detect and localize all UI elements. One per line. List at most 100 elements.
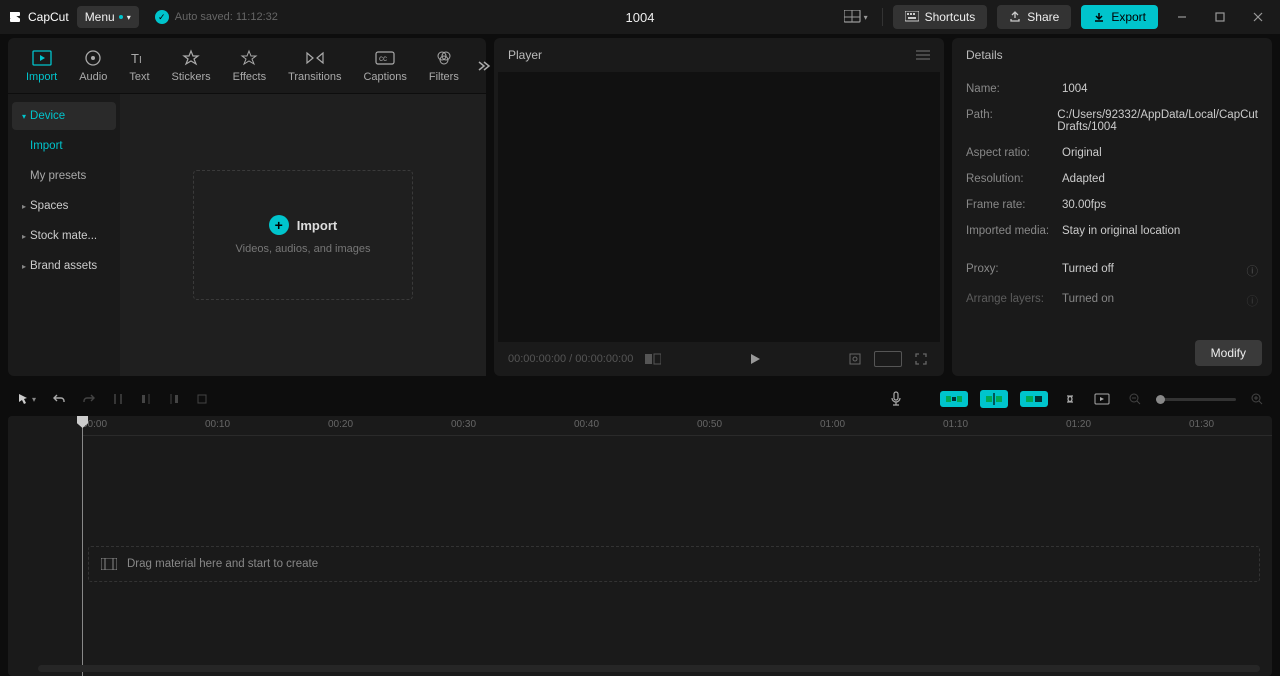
export-icon bbox=[1093, 11, 1105, 23]
help-icon[interactable]: ⓘ bbox=[1247, 263, 1259, 279]
export-button[interactable]: Export bbox=[1081, 5, 1158, 29]
magnet-clip-button[interactable] bbox=[1020, 391, 1048, 407]
plus-icon: + bbox=[269, 215, 289, 235]
detail-row-layers: Arrange layers:Turned onⓘ bbox=[966, 286, 1258, 316]
timeline[interactable]: 00:00 00:10 00:20 00:30 00:40 00:50 01:0… bbox=[8, 416, 1272, 676]
tab-text[interactable]: TI Text bbox=[119, 44, 159, 87]
player-controls: 00:00:00:00 / 00:00:00:00 bbox=[494, 342, 944, 376]
detail-row-fps: Frame rate:30.00fps bbox=[966, 192, 1258, 218]
scale-icon[interactable] bbox=[846, 350, 864, 368]
tab-effects[interactable]: Effects bbox=[223, 44, 276, 87]
tab-transitions[interactable]: Transitions bbox=[278, 44, 351, 87]
undo-button[interactable] bbox=[50, 390, 68, 408]
titlebar-right: ▾ Shortcuts Share Export bbox=[840, 3, 1272, 31]
player-title: Player bbox=[508, 48, 542, 62]
detail-row-proxy: Proxy:Turned offⓘ bbox=[966, 256, 1258, 286]
compare-icon[interactable] bbox=[643, 351, 663, 367]
player-viewport[interactable] bbox=[498, 72, 940, 342]
caret-right-icon: ▸ bbox=[22, 202, 26, 211]
drop-hint-text: Drag material here and start to create bbox=[127, 558, 318, 570]
magnet-main-button[interactable] bbox=[940, 391, 968, 407]
close-button[interactable] bbox=[1244, 3, 1272, 31]
trim-left-tool[interactable] bbox=[138, 390, 154, 408]
media-body: ▾Device Import My presets ▸Spaces ▸Stock… bbox=[8, 94, 486, 376]
fullscreen-icon[interactable] bbox=[912, 350, 930, 368]
detail-row-name: Name:1004 bbox=[966, 76, 1258, 102]
tab-audio[interactable]: Audio bbox=[69, 44, 117, 87]
timeline-ruler[interactable]: 00:00 00:10 00:20 00:30 00:40 00:50 01:0… bbox=[82, 416, 1272, 436]
redo-button[interactable] bbox=[80, 390, 98, 408]
app-name: CapCut bbox=[28, 10, 69, 24]
tab-filters[interactable]: Filters bbox=[419, 44, 469, 87]
dot-icon bbox=[119, 15, 123, 19]
tab-stickers[interactable]: Stickers bbox=[162, 44, 221, 87]
details-panel: Details Name:1004 Path:C:/Users/92332/Ap… bbox=[952, 38, 1272, 376]
time-display: 00:00:00:00 / 00:00:00:00 bbox=[508, 353, 633, 365]
details-header: Details bbox=[952, 38, 1272, 72]
audio-icon bbox=[83, 48, 103, 68]
sidebar-item-device[interactable]: ▾Device bbox=[12, 102, 116, 130]
detail-row-resolution: Resolution:Adapted bbox=[966, 166, 1258, 192]
player-panel: Player 00:00:00:00 / 00:00:00:00 bbox=[494, 38, 944, 376]
title-bar: CapCut Menu ▾ ✓ Auto saved: 11:12:32 100… bbox=[0, 0, 1280, 34]
svg-text:cc: cc bbox=[379, 54, 387, 63]
zoom-thumb[interactable] bbox=[1156, 395, 1165, 404]
timeline-scrollbar[interactable] bbox=[38, 665, 1260, 672]
pointer-tool[interactable]: ▾ bbox=[14, 390, 38, 408]
playhead[interactable] bbox=[82, 416, 83, 676]
media-nav-tabs: Import Audio TI Text Stickers Effects Tr… bbox=[8, 38, 486, 94]
magnet-track-button[interactable] bbox=[980, 390, 1008, 408]
separator bbox=[882, 8, 883, 26]
share-icon bbox=[1009, 11, 1021, 23]
share-button[interactable]: Share bbox=[997, 5, 1071, 29]
sidebar-item-spaces[interactable]: ▸Spaces bbox=[12, 192, 116, 220]
trim-right-tool[interactable] bbox=[166, 390, 182, 408]
caret-down-icon: ▾ bbox=[22, 112, 26, 121]
zoom-slider[interactable] bbox=[1156, 398, 1236, 401]
detail-row-media: Imported media:Stay in original location bbox=[966, 218, 1258, 244]
media-sidebar: ▾Device Import My presets ▸Spaces ▸Stock… bbox=[8, 94, 120, 376]
stickers-icon bbox=[181, 48, 201, 68]
caret-right-icon: ▸ bbox=[22, 262, 26, 271]
split-tool[interactable] bbox=[110, 390, 126, 408]
import-drop-area: + Import Videos, audios, and images bbox=[120, 94, 486, 376]
capcut-icon bbox=[8, 9, 24, 25]
mic-button[interactable] bbox=[888, 389, 904, 409]
tab-import[interactable]: Import bbox=[16, 44, 67, 87]
check-icon: ✓ bbox=[155, 10, 169, 24]
zoom-in-button[interactable] bbox=[1248, 390, 1266, 408]
captions-icon: cc bbox=[375, 48, 395, 68]
aspect-ratio-button[interactable] bbox=[874, 351, 902, 367]
play-button[interactable] bbox=[746, 350, 764, 368]
text-icon: TI bbox=[129, 48, 149, 68]
video-track-icon bbox=[101, 558, 117, 570]
preview-button[interactable] bbox=[1092, 391, 1114, 407]
svg-text:T: T bbox=[131, 51, 139, 66]
timeline-drop-track[interactable]: Drag material here and start to create bbox=[88, 546, 1260, 582]
maximize-button[interactable] bbox=[1206, 3, 1234, 31]
player-menu-button[interactable] bbox=[916, 49, 930, 61]
tabs-more-button[interactable] bbox=[471, 55, 495, 77]
filters-icon bbox=[434, 48, 454, 68]
layout-button[interactable]: ▾ bbox=[840, 6, 872, 28]
minimize-button[interactable] bbox=[1168, 3, 1196, 31]
link-button[interactable] bbox=[1060, 390, 1080, 408]
import-icon bbox=[32, 48, 52, 68]
shortcuts-button[interactable]: Shortcuts bbox=[893, 5, 988, 29]
sidebar-item-import[interactable]: Import bbox=[12, 132, 116, 160]
tab-captions[interactable]: cc Captions bbox=[353, 44, 416, 87]
zoom-out-button[interactable] bbox=[1126, 390, 1144, 408]
sidebar-item-presets[interactable]: My presets bbox=[12, 162, 116, 190]
keyboard-icon bbox=[905, 11, 919, 23]
player-header: Player bbox=[494, 38, 944, 72]
media-panel: Import Audio TI Text Stickers Effects Tr… bbox=[8, 38, 486, 376]
import-button[interactable]: + Import Videos, audios, and images bbox=[193, 170, 413, 300]
menu-button[interactable]: Menu ▾ bbox=[77, 6, 139, 28]
help-icon[interactable]: ⓘ bbox=[1247, 293, 1259, 309]
delete-tool[interactable] bbox=[194, 390, 210, 408]
main-area: Import Audio TI Text Stickers Effects Tr… bbox=[0, 34, 1280, 376]
sidebar-item-stock[interactable]: ▸Stock mate... bbox=[12, 222, 116, 250]
modify-button[interactable]: Modify bbox=[1195, 340, 1262, 366]
sidebar-item-brand[interactable]: ▸Brand assets bbox=[12, 252, 116, 280]
project-title: 1004 bbox=[626, 10, 655, 25]
